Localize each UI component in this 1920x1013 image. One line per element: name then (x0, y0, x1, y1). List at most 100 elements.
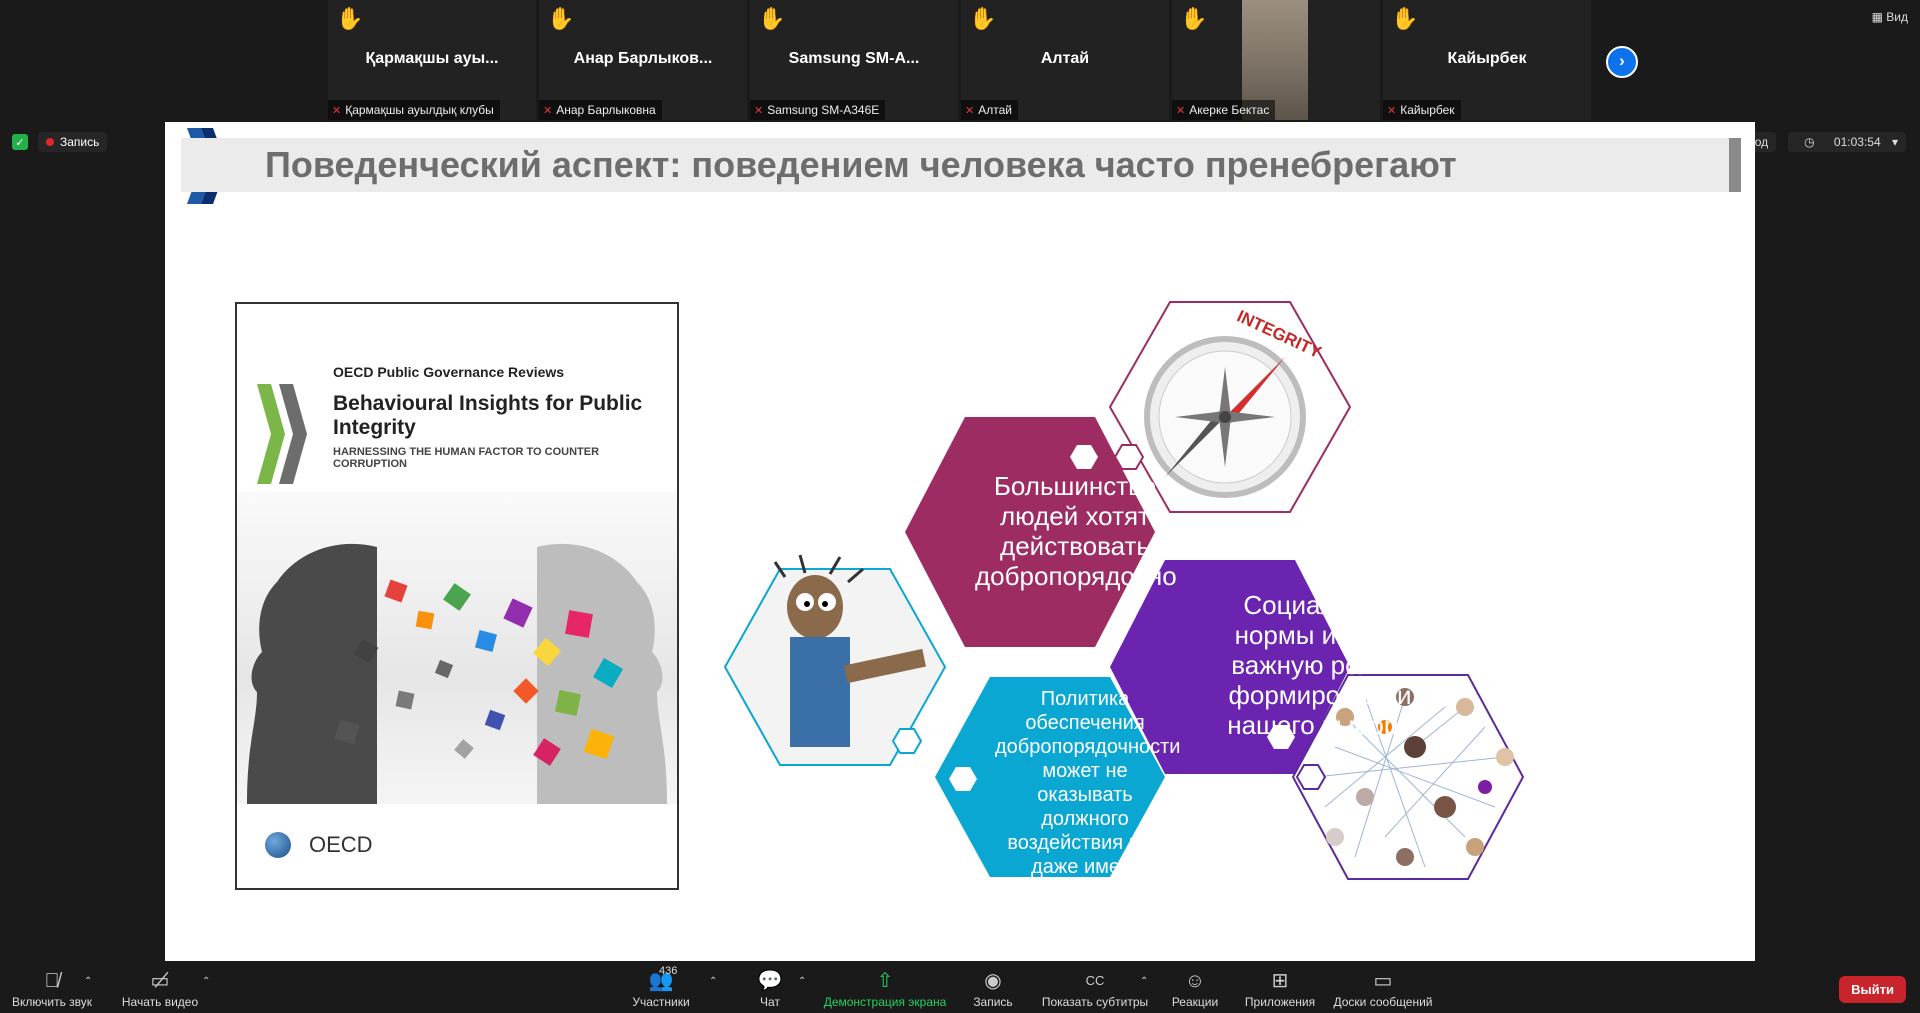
mic-muted-icon: ✕ (1387, 105, 1397, 117)
participant-label: ✕ Акерке Бектас (1172, 100, 1276, 120)
participants-button[interactable]: 👥 436 Участники (625, 965, 697, 1009)
participant-tile[interactable]: ✋ Анар Барлыков... ✕ Анар Барлыковна (539, 0, 747, 120)
start-video-button[interactable]: ▭̸ Начать видео (120, 969, 200, 1009)
chevron-up-icon[interactable]: ⌃ (1140, 976, 1148, 987)
head-silhouettes-illustration (247, 543, 667, 804)
participant-tile[interactable]: ✋ Қармақшы ауы... ✕ Қармақшы ауылдық клуб… (328, 0, 536, 120)
apps-button[interactable]: ⊞ Приложения (1240, 969, 1320, 1009)
participant-label: ✕ Samsung SM-A346E (750, 100, 886, 120)
mic-muted-icon: ✕ (1176, 105, 1186, 117)
participant-label-text: Samsung SM-A346E (767, 103, 880, 117)
participant-label: ✕ Кайырбек (1383, 100, 1461, 120)
chat-button[interactable]: 💬 Чат (745, 969, 795, 1009)
timer-text: 01:03:54 (1825, 132, 1889, 152)
book-cover: OECD Public Governance Reviews Behaviour… (235, 302, 679, 890)
unmute-button[interactable]: 🎙̸ Включить звук (10, 969, 94, 1009)
whiteboard-icon: ▭ (1373, 970, 1393, 992)
hex-text-majority: Большинство людей хотят действовать добр… (975, 471, 1177, 591)
chat-label: Чат (760, 995, 780, 1009)
next-page-button[interactable]: › (1606, 46, 1638, 78)
hex-text-policy: Политика обеспечения добропорядочности м… (995, 688, 1181, 926)
book-title: Behavioural Insights for Public Integrit… (333, 392, 643, 439)
meeting-controls-right: Вход ◷ 01:03:54 ▾ (1732, 132, 1906, 152)
hex-small-marker (891, 728, 923, 754)
shield-icon[interactable]: ✓ (12, 134, 28, 150)
book-cover-art (237, 492, 677, 804)
record-button[interactable]: ◉ Запись (965, 969, 1021, 1009)
participants-label: Участники (632, 995, 690, 1009)
participant-name: Кайырбек (1447, 50, 1527, 67)
raised-hand-icon: ✋ (336, 6, 364, 31)
participant-name: Samsung SM-A... (788, 50, 920, 67)
slide-title: Поведенческий аспект: поведением человек… (265, 144, 1457, 185)
chevron-up-icon[interactable]: ⌃ (202, 976, 210, 987)
participant-label: ✕ Алтай (961, 100, 1018, 120)
hex-text-social-norms: Социальные нормы играют важную роль в фо… (1227, 590, 1413, 740)
mic-muted-icon: ✕ (754, 105, 764, 117)
title-rule (1729, 138, 1741, 192)
recording-label: Запись (60, 135, 100, 149)
cc-icon: CC (1085, 973, 1105, 988)
hex-small-marker (1113, 444, 1145, 470)
participant-label-text: Анар Барлыковна (556, 103, 656, 117)
mic-muted-icon: 🎙̸ (44, 970, 60, 992)
share-screen-icon: ⇧ (876, 970, 894, 992)
whiteboards-button[interactable]: ▭ Доски сообщений (1330, 969, 1436, 1009)
unmute-label: Включить звук (11, 995, 93, 1009)
grid-icon: ▦ (1871, 10, 1887, 24)
raised-hand-icon: ✋ (969, 6, 997, 31)
record-label: Запись (973, 995, 1013, 1009)
start-video-label: Начать видео (121, 995, 199, 1009)
participant-tile[interactable]: ✋ Samsung SM-A... ✕ Samsung SM-A346E (750, 0, 958, 120)
participant-label-text: Алтай (978, 103, 1012, 117)
chevron-up-icon[interactable]: ⌃ (84, 976, 92, 987)
chat-icon: 💬 (757, 970, 783, 992)
participant-tile[interactable]: ✋ Кайырбек ✕ Кайырбек (1383, 0, 1591, 120)
participant-tile[interactable]: ✋ ✕ Акерке Бектас (1172, 0, 1380, 120)
share-screen-button[interactable]: ⇧ Демонстрация экрана (820, 969, 950, 1009)
book-series: OECD Public Governance Reviews (333, 364, 565, 380)
meeting-timer[interactable]: ◷ 01:03:54 ▾ (1788, 132, 1906, 152)
share-screen-label: Демонстрация экрана (823, 995, 947, 1009)
raised-hand-icon: ✋ (758, 6, 786, 31)
oecd-globe-icon (265, 832, 291, 858)
participant-tile[interactable]: ✋ Алтай ✕ Алтай (961, 0, 1169, 120)
book-publisher: OECD (309, 832, 373, 857)
view-label: Вид (1886, 10, 1908, 24)
participant-name: Алтай (1040, 50, 1090, 67)
raised-hand-icon: ✋ (1391, 6, 1419, 31)
view-button[interactable]: ▦ Вид (1872, 10, 1908, 24)
leave-button[interactable]: Выйти (1839, 976, 1906, 1003)
participant-label: ✕ Қармақшы ауылдық клубы (328, 100, 500, 120)
book-subtitle: HARNESSING THE HUMAN FACTOR TO COUNTER C… (333, 446, 600, 470)
book-chevron-icon (257, 384, 307, 484)
mic-muted-icon: ✕ (965, 105, 975, 117)
reactions-button[interactable]: ☺ Реакции (1166, 969, 1224, 1009)
record-icon: ◉ (984, 970, 1002, 992)
participant-name: Анар Барлыков... (573, 50, 713, 67)
reactions-label: Реакции (1171, 995, 1219, 1009)
chevron-up-icon[interactable]: ⌃ (798, 976, 806, 987)
hex-small-marker (1295, 764, 1327, 790)
apps-icon: ⊞ (1271, 970, 1289, 992)
recording-indicator[interactable]: Запись (38, 132, 108, 152)
chevron-right-icon: › (1619, 51, 1625, 70)
mic-muted-icon: ✕ (332, 105, 342, 117)
mic-muted-icon: ✕ (543, 105, 553, 117)
record-dot-icon (46, 138, 54, 146)
chevron-up-icon[interactable]: ⌃ (709, 976, 717, 987)
smiley-icon: ☺ (1184, 970, 1206, 992)
shared-slide: Поведенческий аспект: поведением человек… (165, 122, 1755, 962)
participant-label-text: Кайырбек (1400, 103, 1455, 117)
captions-button[interactable]: CC Показать субтитры (1038, 969, 1152, 1009)
whiteboards-label: Доски сообщений (1333, 995, 1433, 1009)
participants-count: 436 (659, 965, 678, 977)
participant-label: ✕ Анар Барлыковна (539, 100, 662, 120)
participant-label-text: Қармақшы ауылдық клубы (345, 103, 494, 117)
participant-label-text: Акерке Бектас (1189, 103, 1270, 117)
clock-icon: ◷ (1796, 132, 1826, 152)
meeting-toolbar: 🎙̸ Включить звук ⌃ ▭̸ Начать видео ⌃ 👥 436… (0, 961, 1920, 1013)
raised-hand-icon: ✋ (1180, 6, 1208, 31)
participant-name: Қармақшы ауы... (365, 50, 499, 67)
captions-label: Показать субтитры (1041, 995, 1149, 1009)
